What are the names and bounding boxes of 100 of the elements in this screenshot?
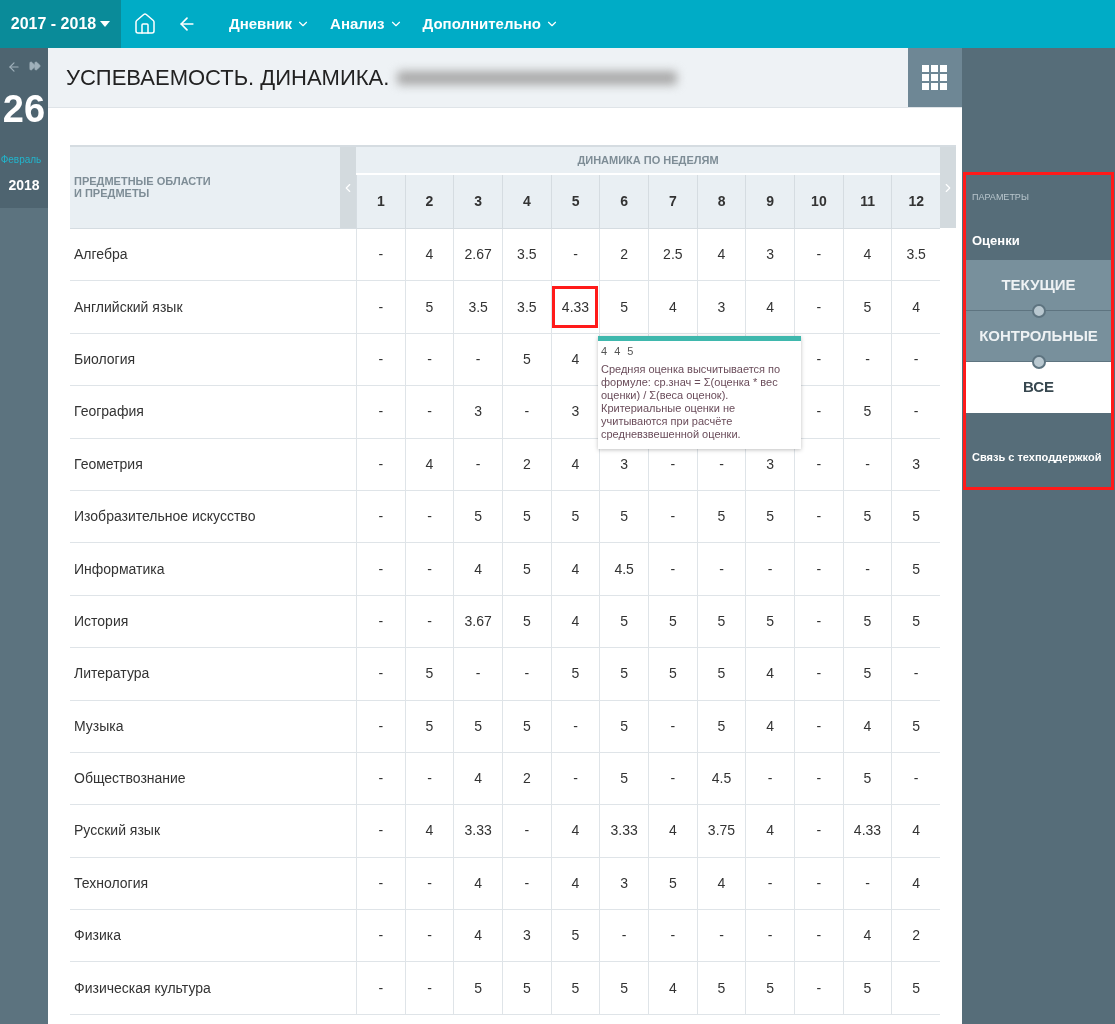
grade-cell-text: - — [816, 611, 822, 631]
grade-cell-text: - — [475, 349, 481, 369]
grade-cell-text: 4 — [571, 873, 580, 893]
grade-cell-text: - — [621, 926, 627, 946]
grade-cell-text: - — [670, 926, 676, 946]
grade-cell-text: - — [670, 769, 676, 789]
grade-cell-text: 5 — [863, 507, 872, 527]
grade-cell-text: 4 — [425, 821, 434, 841]
grade-cell-text: - — [816, 507, 822, 527]
grade-cell-text: 3.67 — [464, 611, 492, 631]
grade-cell-text: 4 — [912, 297, 921, 317]
grade-cell-text: 4.5 — [711, 769, 732, 789]
grade-cell-text: 4 — [571, 349, 580, 369]
grid-icon — [922, 64, 948, 91]
grade-cell-text: - — [913, 769, 919, 789]
grade-cell-text: - — [767, 769, 773, 789]
grade-filter-option[interactable]: КОНТРОЛЬНЫЕ — [966, 311, 1111, 362]
subject-cell-text: Биология — [73, 349, 137, 369]
grade-cell-text: 4 — [474, 559, 483, 579]
grade-cell-text: - — [378, 821, 384, 841]
grade-cell-text: 2 — [522, 769, 531, 789]
grade-cell-text: 3.5 — [906, 245, 926, 265]
grade-cell-text: - — [816, 716, 822, 736]
grade-cell-text: - — [475, 664, 481, 684]
nav-menu-item[interactable]: Дневник — [229, 12, 311, 36]
grade-cell-text: 3 — [766, 454, 775, 474]
grade-cell-text: - — [378, 978, 384, 998]
grade-cell-text: - — [670, 559, 676, 579]
grade-cell-text: 5 — [668, 664, 677, 684]
grade-cell-text: 5 — [620, 297, 629, 317]
grade-cell-text: 4 — [668, 297, 677, 317]
grade-cell-text: - — [816, 559, 822, 579]
grade-cell-text: 5 — [522, 349, 531, 369]
grade-cell-text: 5 — [766, 611, 775, 631]
grade-cell-text: - — [816, 821, 822, 841]
grade-cell-text: 5 — [863, 297, 872, 317]
grade-cell-text: - — [913, 349, 919, 369]
grade-cell-text: 4 — [571, 821, 580, 841]
grade-cell-text: 5 — [668, 611, 677, 631]
grade-cell-text: 4 — [863, 245, 872, 265]
subject-cell-text: Литература — [73, 664, 151, 684]
subject-cell-text: Информатика — [73, 559, 166, 579]
support-link[interactable]: Связь с техподдержкой — [972, 449, 1111, 466]
grade-filter-option[interactable]: ТЕКУЩИЕ — [966, 260, 1111, 311]
home-icon[interactable] — [133, 12, 157, 36]
grade-cell-text: 5 — [912, 611, 921, 631]
grade-cell-text: 3.33 — [464, 821, 492, 841]
grade-cell-text: - — [767, 926, 773, 946]
week-header: 4 — [502, 175, 551, 228]
grade-cell-text: - — [427, 402, 432, 422]
grade-cell-text: 5 — [474, 978, 483, 998]
grade-cell-text: 4 — [668, 978, 677, 998]
grade-cell-text: 5 — [863, 664, 872, 684]
grade-cell-text: - — [670, 716, 676, 736]
grade-cell-text: 5 — [717, 611, 726, 631]
grade-cell-text: - — [427, 978, 432, 998]
grade-cell-text: 4 — [474, 926, 483, 946]
fast-forward-icon — [29, 60, 41, 72]
grade-filter-option[interactable]: ВСЕ — [966, 362, 1111, 413]
year-selector[interactable]: 2017 - 2018 — [0, 0, 121, 48]
grade-cell-text: - — [378, 664, 384, 684]
subject-cell-text: Обществознание — [73, 769, 187, 789]
grade-cell-text: - — [767, 873, 773, 893]
week-header: 5 — [550, 175, 600, 228]
week-header: 8 — [696, 175, 746, 228]
grade-cell-text: 3 — [571, 402, 580, 422]
grade-cell-text: - — [719, 559, 724, 579]
nav-menu-item[interactable]: Дополнительно — [422, 12, 559, 36]
week-header: 11 — [842, 175, 892, 228]
grade-cell-text: - — [427, 507, 432, 527]
grade-cell-text: - — [913, 664, 919, 684]
grade-cell-text: 5 — [863, 402, 872, 422]
grade-cell-text: 2 — [620, 245, 629, 265]
week-header: 9 — [745, 175, 795, 228]
grid-menu-button[interactable] — [908, 48, 962, 107]
grade-cell-text: 2 — [522, 454, 531, 474]
grade-cell-text: 4 — [863, 716, 872, 736]
grade-cell-text: 3 — [474, 402, 483, 422]
grade-cell-text: 5 — [912, 507, 921, 527]
grade-cell-text: 4 — [766, 821, 775, 841]
grade-cell-text: - — [378, 926, 384, 946]
grade-cell-text: - — [378, 454, 384, 474]
grade-cell-text: 5 — [522, 611, 531, 631]
grade-cell-text: 4.5 — [614, 559, 634, 579]
nav-menu-item[interactable]: Анализ — [330, 12, 403, 36]
grade-cell-text: 5 — [425, 664, 434, 684]
grade-cell-text: 4 — [474, 769, 483, 789]
grade-cell-text: 3 — [620, 454, 629, 474]
column-header: ПРЕДМЕТНЫЕ ОБЛАСТИ И ПРЕДМЕТЫ — [73, 174, 212, 201]
grade-cell-text: 4 — [717, 245, 726, 265]
grade-cell-text: - — [427, 559, 432, 579]
grade-cell-text: - — [378, 402, 384, 422]
grade-cell-text: 4 — [912, 821, 921, 841]
tooltip-marks: 4 4 5 — [601, 345, 637, 358]
grade-cell-text: - — [573, 245, 578, 265]
grade-cell-text: - — [427, 769, 432, 789]
grade-cell-text: - — [427, 611, 432, 631]
grade-cell-text: 5 — [717, 664, 726, 684]
grade-cell-text: 4 — [425, 454, 434, 474]
week-header: 6 — [599, 175, 649, 228]
